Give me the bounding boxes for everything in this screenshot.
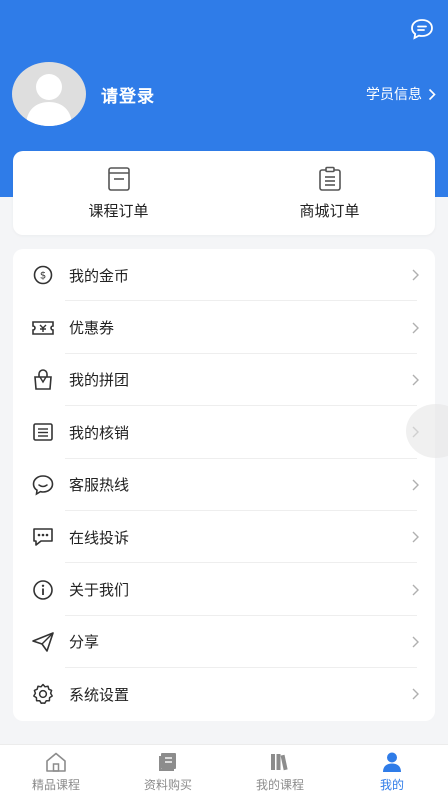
mall-order-button[interactable]: 商城订单 [224, 151, 435, 235]
menu-list: $ 我的金币 优惠券 我的拼团 我的核销 客服热线 在线投诉 关于我们 分享 系… [13, 249, 435, 721]
menu-item-settings[interactable]: 系统设置 [13, 668, 435, 720]
menu-item-label: 关于我们 [69, 581, 130, 600]
info-icon [33, 579, 53, 600]
tab-label: 我的 [379, 777, 404, 792]
tab-my-courses[interactable]: 我的课程 [224, 745, 336, 798]
tab-label: 我的课程 [255, 777, 304, 792]
menu-item-label: 系统设置 [69, 685, 130, 704]
bottom-tab-bar: 精品课程 资料购买 我的课程 我的 [0, 744, 448, 798]
mall-order-label: 商城订单 [299, 201, 360, 220]
menu-item-label: 我的核销 [69, 423, 130, 442]
chevron-right-icon [412, 374, 419, 386]
menu-item-share[interactable]: 分享 [13, 616, 435, 669]
student-info-link[interactable]: 学员信息 [366, 84, 436, 104]
login-link[interactable]: 请登录 [101, 82, 155, 107]
chevron-right-icon [412, 636, 419, 648]
menu-item-coupons[interactable]: 优惠券 [13, 301, 435, 355]
share-icon [32, 632, 54, 652]
tab-featured-courses[interactable]: 精品课程 [0, 745, 112, 798]
default-avatar-icon [26, 74, 72, 126]
chevron-right-icon [412, 322, 419, 334]
course-order-label: 课程订单 [88, 201, 149, 220]
chevron-right-icon [412, 584, 419, 596]
chevron-right-icon [412, 531, 419, 543]
menu-item-label: 优惠券 [69, 319, 115, 338]
tab-mine[interactable]: 我的 [336, 745, 448, 798]
home-icon [46, 752, 66, 772]
menu-item-complaint[interactable]: 在线投诉 [13, 511, 435, 564]
mall-order-icon [318, 166, 341, 191]
bookshelf-icon [271, 753, 288, 770]
message-button[interactable] [410, 18, 434, 40]
menu-item-label: 分享 [69, 633, 100, 652]
menu-item-label: 我的金币 [69, 266, 130, 285]
chevron-right-icon [412, 269, 419, 281]
coin-icon: $ [33, 265, 53, 285]
avatar[interactable] [12, 62, 86, 126]
menu-item-group-buy[interactable]: 我的拼团 [13, 354, 435, 407]
chevron-right-icon [412, 688, 419, 700]
tab-label: 精品课程 [31, 777, 80, 792]
customer-service-icon [32, 474, 54, 496]
menu-item-label: 我的拼团 [69, 371, 130, 390]
profile-section: 请登录 学员信息 [12, 62, 436, 126]
verification-icon [33, 423, 53, 442]
orders-card: 课程订单 商城订单 [13, 151, 435, 235]
group-buy-icon [34, 369, 52, 390]
user-icon [383, 752, 401, 772]
complaint-icon [33, 528, 53, 546]
tab-label: 资料购买 [143, 777, 192, 792]
chevron-right-icon [412, 479, 419, 491]
chevron-right-icon [428, 88, 436, 100]
student-info-label: 学员信息 [366, 87, 422, 103]
tab-materials[interactable]: 资料购买 [112, 745, 224, 798]
coupon-icon [32, 320, 54, 335]
settings-icon [33, 684, 53, 705]
book-icon [159, 752, 176, 771]
menu-item-label: 客服热线 [69, 476, 130, 495]
menu-item-coins[interactable]: $ 我的金币 [13, 249, 435, 302]
menu-item-about[interactable]: 关于我们 [13, 563, 435, 617]
menu-item-verification[interactable]: 我的核销 [13, 406, 435, 459]
course-order-button[interactable]: 课程订单 [13, 151, 224, 235]
chat-bubble-icon [411, 19, 433, 40]
course-order-icon [107, 166, 130, 191]
menu-item-customer-service[interactable]: 客服热线 [13, 459, 435, 512]
menu-item-label: 在线投诉 [69, 528, 130, 547]
svg-text:$: $ [40, 271, 46, 282]
